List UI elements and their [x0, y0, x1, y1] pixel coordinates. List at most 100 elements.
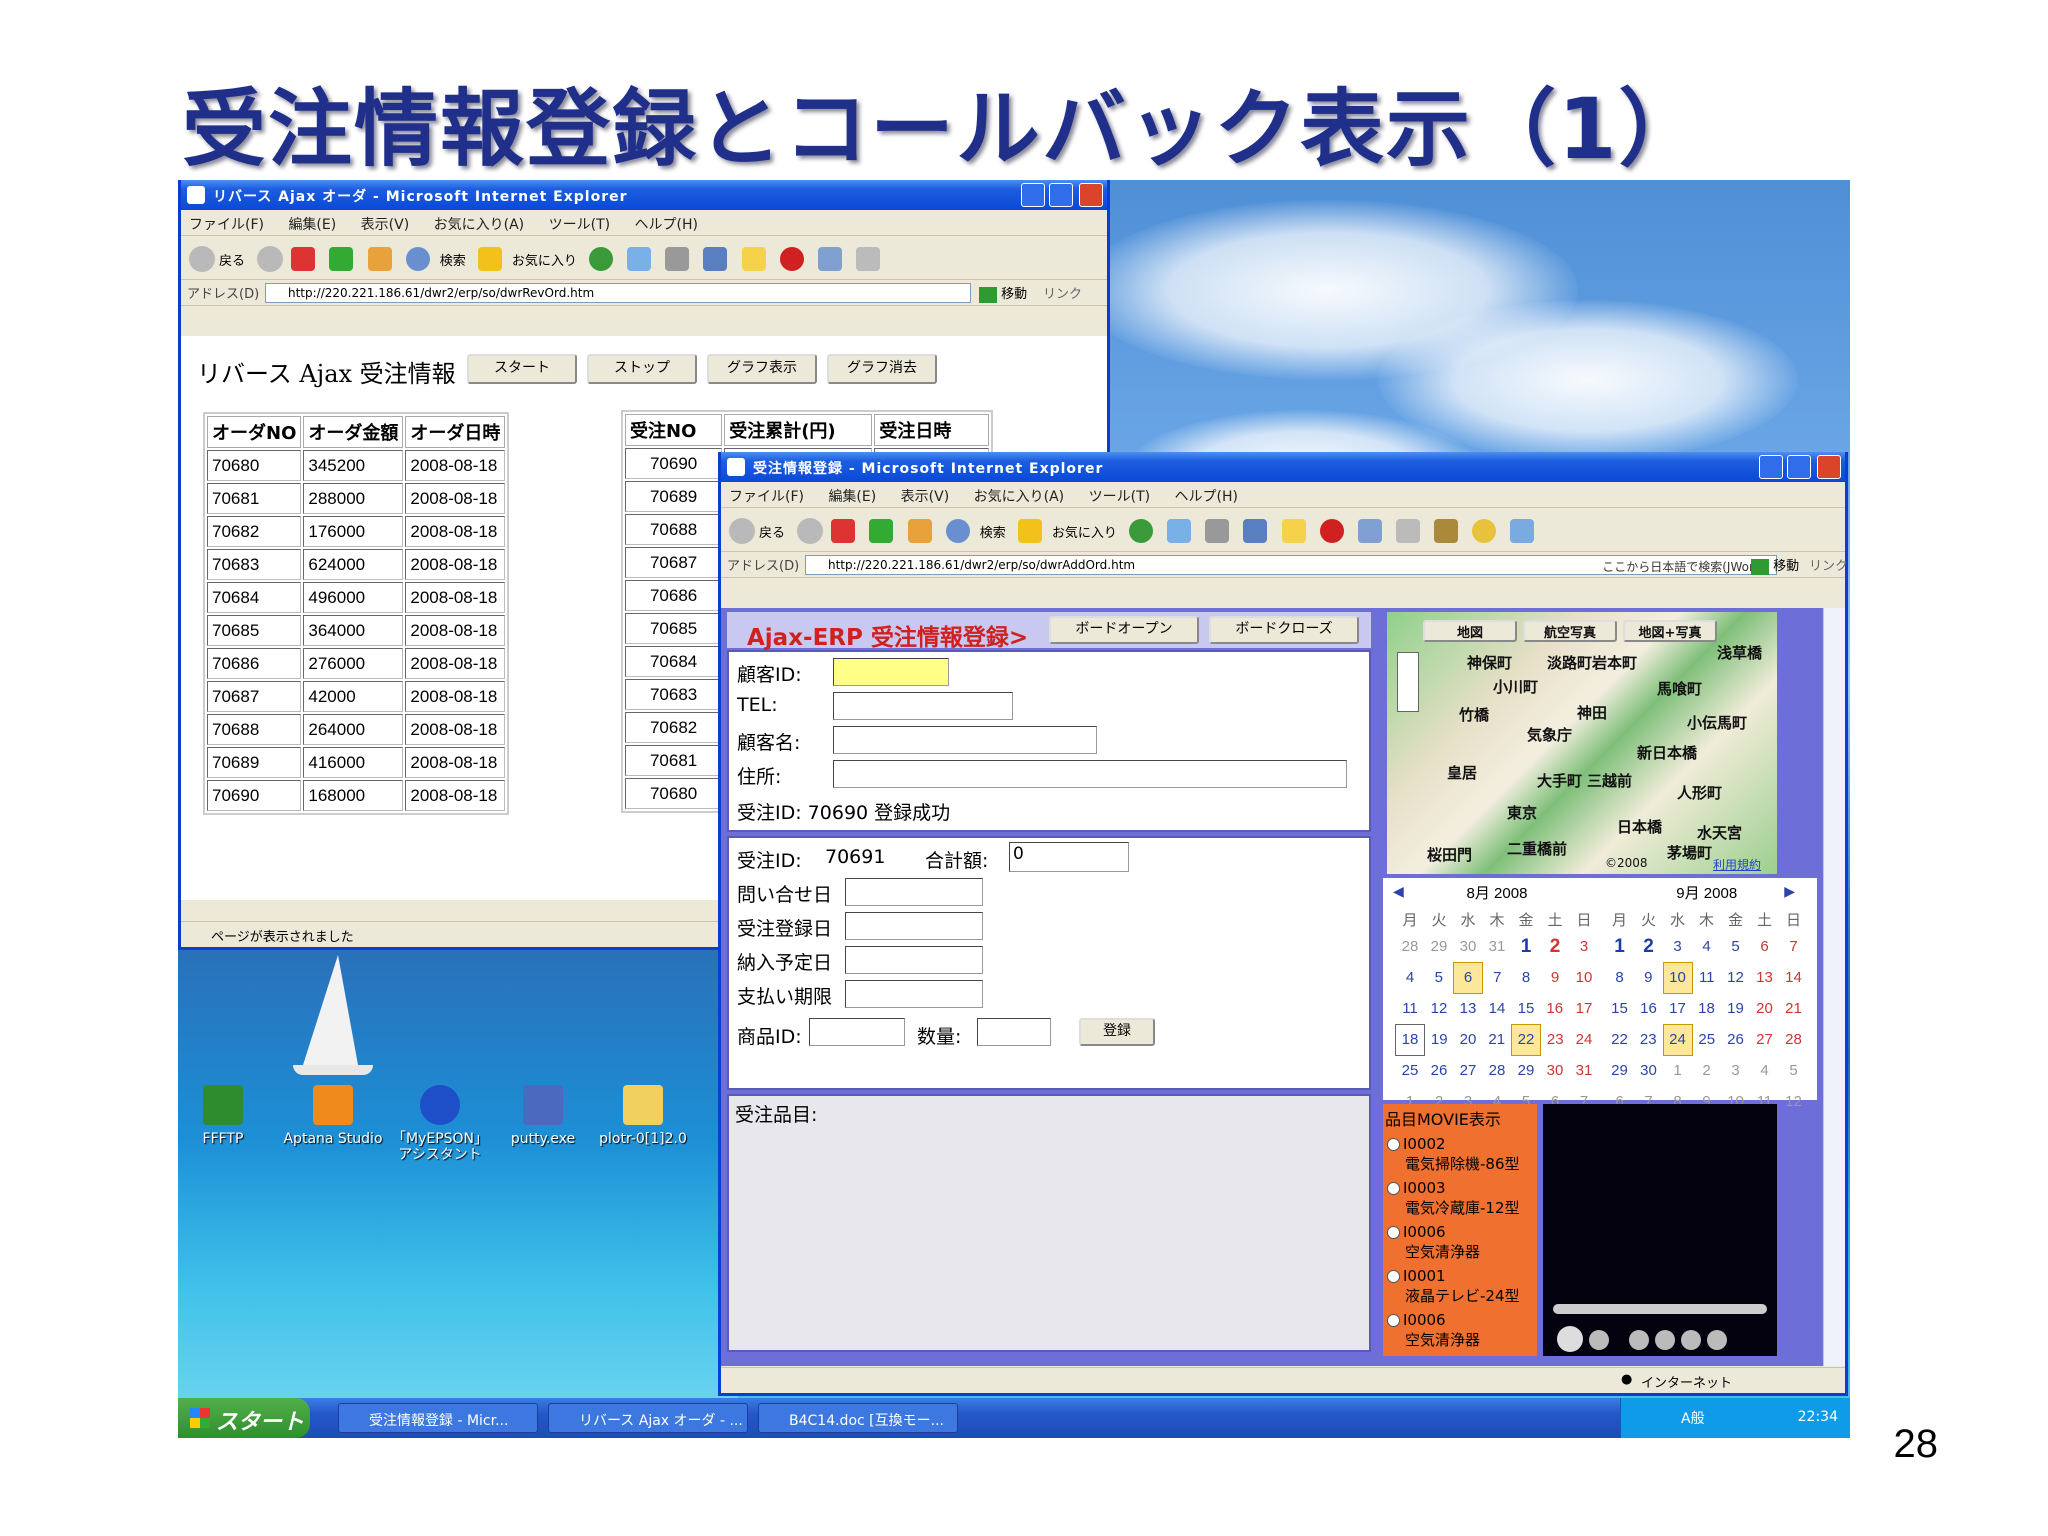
calendar-day[interactable]: 25: [1692, 1024, 1721, 1055]
history-icon[interactable]: [1129, 519, 1154, 543]
order-date-input[interactable]: [845, 912, 983, 940]
seek-bar[interactable]: [1553, 1304, 1767, 1314]
menu-file[interactable]: ファイル(F): [189, 217, 264, 233]
calendar-day[interactable]: 9: [1634, 962, 1663, 993]
calendar-day[interactable]: 1: [1512, 931, 1541, 962]
stop-icon[interactable]: [1589, 1330, 1609, 1350]
search-icon[interactable]: [945, 519, 970, 543]
close-button[interactable]: [1079, 183, 1103, 207]
clear-graph-button[interactable]: グラフ消去: [827, 354, 937, 384]
messenger-icon[interactable]: [779, 247, 804, 271]
calendar-day[interactable]: 31: [1570, 1055, 1599, 1086]
calendar-day[interactable]: 24: [1570, 1024, 1599, 1055]
calendar-day[interactable]: 16: [1541, 993, 1570, 1024]
calendar-day[interactable]: 4: [1396, 962, 1425, 993]
calendar-day[interactable]: 1: [1663, 1055, 1692, 1086]
ime-indicator[interactable]: A般: [1681, 1408, 1705, 1428]
taskbar-item-word-doc[interactable]: B4C14.doc [互換モー...: [758, 1403, 958, 1433]
calendar-day[interactable]: 17: [1570, 993, 1599, 1024]
menu-help[interactable]: ヘルプ(H): [635, 217, 698, 233]
home-icon[interactable]: [367, 247, 392, 271]
search-label[interactable]: 検索: [440, 250, 466, 269]
note-icon[interactable]: [1281, 519, 1306, 543]
edit-icon[interactable]: [703, 247, 728, 271]
back-icon[interactable]: [189, 246, 215, 272]
start-button[interactable]: スタート: [467, 354, 577, 384]
address-field-input[interactable]: [833, 760, 1347, 788]
menu-file[interactable]: ファイル(F): [729, 489, 804, 505]
taskbar-item-order-entry[interactable]: 受注情報登録 - Micr...: [338, 1403, 538, 1433]
home-icon[interactable]: [907, 519, 932, 543]
product-id-input[interactable]: [809, 1018, 905, 1046]
register-button[interactable]: 登録: [1079, 1018, 1155, 1046]
calendar-day[interactable]: 3: [1570, 931, 1599, 962]
desktop-icon-myepson[interactable]: 「MyEPSON」アシスタント: [390, 1085, 490, 1163]
menu-edit[interactable]: 編集(E): [288, 217, 336, 233]
calendar-day[interactable]: 19: [1721, 993, 1750, 1024]
delivery-date-input[interactable]: [845, 946, 983, 974]
calendar-day[interactable]: 15: [1605, 993, 1634, 1024]
menu-view[interactable]: 表示(V): [361, 217, 410, 233]
calendar-day[interactable]: 14: [1483, 993, 1512, 1024]
calendar-day[interactable]: 8: [1605, 962, 1634, 993]
minimize-button[interactable]: [1759, 455, 1783, 479]
calendar-day[interactable]: 30: [1541, 1055, 1570, 1086]
fast-forward-icon[interactable]: [1707, 1330, 1727, 1350]
calendar-day[interactable]: 22: [1605, 1024, 1634, 1055]
calendar-day[interactable]: 5: [1779, 1055, 1808, 1086]
calendar-day[interactable]: 22: [1511, 1023, 1541, 1056]
calendar-day[interactable]: 30: [1454, 931, 1483, 962]
calendar-day[interactable]: 28: [1483, 1055, 1512, 1086]
favorites-icon[interactable]: [477, 247, 502, 271]
calendar-day[interactable]: 13: [1750, 962, 1779, 993]
calendar-day[interactable]: 3: [1663, 931, 1692, 962]
maximize-button[interactable]: [1787, 455, 1811, 479]
play-icon[interactable]: [1557, 1326, 1583, 1352]
calendar-day[interactable]: 27: [1454, 1055, 1483, 1086]
favorites-icon[interactable]: [1017, 519, 1042, 543]
calendar-day[interactable]: 15: [1512, 993, 1541, 1024]
calendar-day[interactable]: 31: [1483, 931, 1512, 962]
calendar-day[interactable]: 21: [1779, 993, 1808, 1024]
calendar-day[interactable]: 16: [1634, 993, 1663, 1024]
desktop-icon-plotr[interactable]: plotr-0[1]2.0: [593, 1085, 693, 1147]
calendar-day[interactable]: 26: [1425, 1055, 1454, 1086]
note-icon[interactable]: [741, 247, 766, 271]
forward-icon[interactable]: [797, 518, 824, 544]
map-tab-satellite[interactable]: 航空写真: [1523, 620, 1617, 642]
print-icon[interactable]: [665, 247, 690, 271]
map-zoom-control[interactable]: [1397, 652, 1419, 712]
stop-icon[interactable]: [291, 247, 316, 271]
tools-icon[interactable]: [1396, 519, 1421, 543]
calendar-day[interactable]: 2: [1634, 931, 1663, 962]
research-icon[interactable]: [1434, 519, 1459, 543]
calendar-day[interactable]: 7: [1779, 931, 1808, 962]
calendar-day[interactable]: 17: [1663, 993, 1692, 1024]
total-input[interactable]: 0: [1009, 842, 1129, 872]
go-button[interactable]: 移動: [979, 283, 1027, 303]
minimize-button[interactable]: [1021, 183, 1045, 207]
window-titlebar[interactable]: リバース Ajax オーダ - Microsoft Internet Explo…: [181, 180, 1107, 210]
people-icon[interactable]: [1510, 519, 1535, 543]
calendar-day[interactable]: 19: [1425, 1024, 1454, 1055]
movie-item[interactable]: I0006 空気清浄器: [1383, 1220, 1537, 1264]
calendar-day[interactable]: 7: [1483, 962, 1512, 993]
menu-tools[interactable]: ツール(T): [549, 217, 610, 233]
desktop-icon-putty[interactable]: putty.exe: [493, 1085, 593, 1147]
board-open-button[interactable]: ボードオープン: [1049, 616, 1199, 644]
calendar-day[interactable]: 6: [1750, 931, 1779, 962]
calendar-day[interactable]: 29: [1605, 1055, 1634, 1086]
address-input[interactable]: http://220.221.186.61/dwr2/erp/so/dwrRev…: [265, 283, 971, 303]
calendar-day[interactable]: 24: [1662, 1023, 1693, 1056]
customer-id-input[interactable]: [833, 658, 949, 686]
calendar-day[interactable]: 25: [1396, 1055, 1425, 1086]
quantity-input[interactable]: [977, 1018, 1051, 1046]
calendar-day[interactable]: 4: [1692, 931, 1721, 962]
next-icon[interactable]: [1681, 1330, 1701, 1350]
back-icon[interactable]: [729, 518, 755, 544]
links-label[interactable]: リンク: [1043, 283, 1082, 302]
back-label[interactable]: 戻る: [219, 250, 245, 269]
zoom-icon[interactable]: [1472, 519, 1497, 543]
calendar-day[interactable]: 10: [1662, 961, 1693, 994]
favorites-label[interactable]: お気に入り: [1052, 522, 1117, 541]
